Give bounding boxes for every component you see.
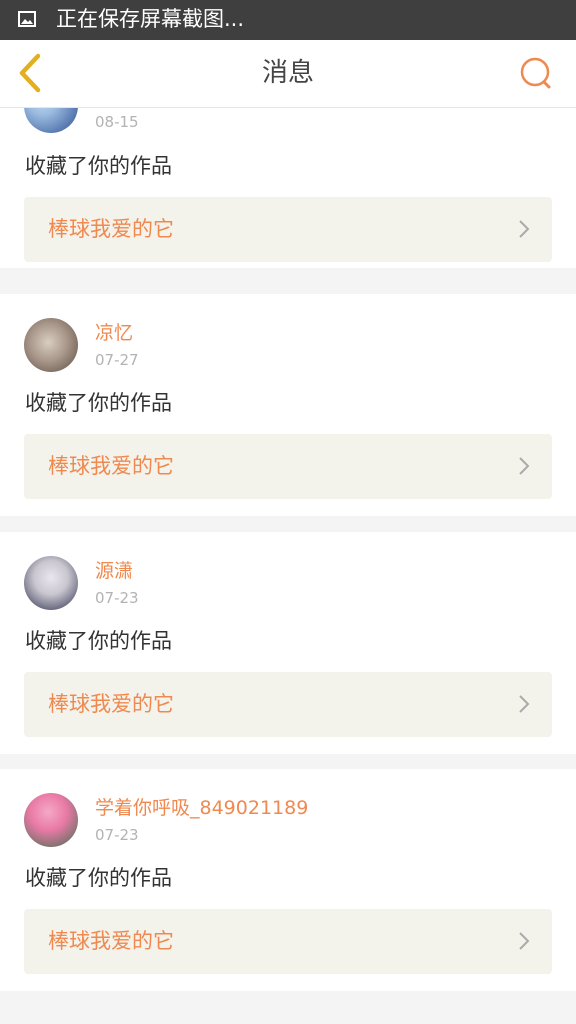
work-title: 棒球我爱的它 xyxy=(48,692,174,716)
work-link[interactable]: 棒球我爱的它 xyxy=(24,434,552,499)
work-title: 棒球我爱的它 xyxy=(48,454,174,478)
chevron-right-icon xyxy=(519,932,530,950)
avatar[interactable] xyxy=(24,108,78,133)
message-card: 学着你呼吸_849021189 07-23 收藏了你的作品 棒球我爱的它 xyxy=(0,769,576,991)
status-bar: 正在保存屏幕截图... xyxy=(0,0,576,40)
avatar[interactable] xyxy=(24,793,78,847)
work-title: 棒球我爱的它 xyxy=(48,217,174,241)
action-text: 收藏了你的作品 xyxy=(25,629,172,653)
username[interactable]: 源潇 xyxy=(95,560,133,582)
avatar[interactable] xyxy=(24,556,78,610)
search-icon[interactable] xyxy=(516,54,556,94)
header: 消息 xyxy=(0,40,576,108)
chevron-right-icon xyxy=(519,220,530,238)
work-link[interactable]: 棒球我爱的它 xyxy=(24,197,552,262)
message-date: 07-27 xyxy=(95,351,139,369)
action-text: 收藏了你的作品 xyxy=(25,391,172,415)
action-text: 收藏了你的作品 xyxy=(25,154,172,178)
message-card: 凉忆 07-27 收藏了你的作品 棒球我爱的它 xyxy=(0,294,576,516)
image-icon xyxy=(18,11,36,27)
message-date: 08-15 xyxy=(95,113,139,131)
work-link[interactable]: 棒球我爱的它 xyxy=(24,909,552,974)
chevron-right-icon xyxy=(519,457,530,475)
username[interactable]: 凉忆 xyxy=(95,322,133,344)
message-date: 07-23 xyxy=(95,826,139,844)
status-text: 正在保存屏幕截图... xyxy=(56,7,245,31)
message-list[interactable]: 08-15 收藏了你的作品 棒球我爱的它 凉忆 07-27 收藏了你的作品 棒球… xyxy=(0,108,576,1024)
chevron-right-icon xyxy=(519,695,530,713)
message-card: 源潇 07-23 收藏了你的作品 棒球我爱的它 xyxy=(0,532,576,754)
action-text: 收藏了你的作品 xyxy=(25,866,172,890)
avatar[interactable] xyxy=(24,318,78,372)
work-link[interactable]: 棒球我爱的它 xyxy=(24,672,552,737)
work-title: 棒球我爱的它 xyxy=(48,929,174,953)
page-title: 消息 xyxy=(261,58,314,88)
username[interactable]: 学着你呼吸_849021189 xyxy=(95,797,308,819)
message-date: 07-23 xyxy=(95,589,139,607)
message-card: 08-15 收藏了你的作品 棒球我爱的它 xyxy=(0,108,576,268)
